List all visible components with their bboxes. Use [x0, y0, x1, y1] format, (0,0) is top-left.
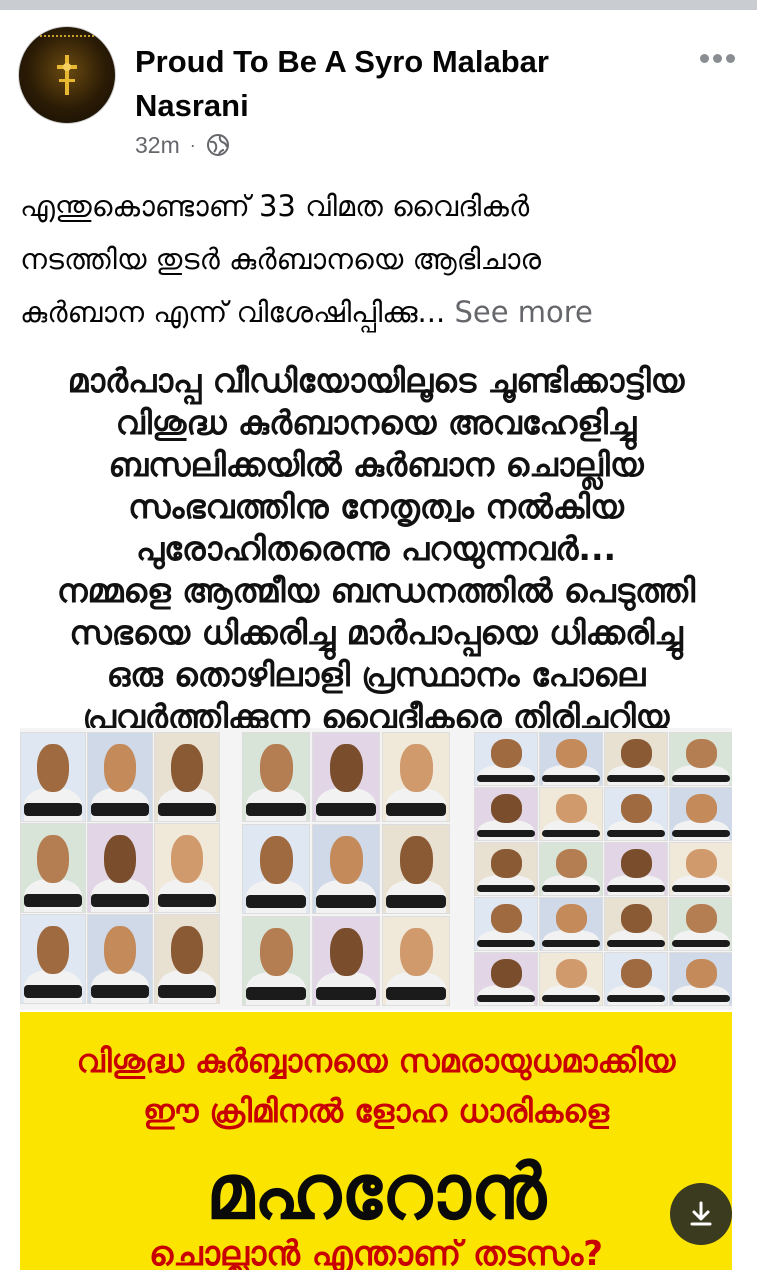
priest-photo	[474, 897, 538, 951]
priest-photo	[20, 732, 86, 822]
priest-photo-grid	[20, 728, 732, 1010]
priest-photo	[474, 732, 538, 786]
priest-photo	[669, 787, 732, 841]
priest-photo	[242, 916, 310, 1006]
priest-photo	[87, 732, 153, 822]
banner-bottom-text: ചൊല്ലാൻ എന്താണ് തടസം?	[149, 1234, 603, 1270]
priest-photo	[604, 787, 668, 841]
post-caption: എന്തുകൊണ്ടാണ് 33 വിമത വൈദികർ നടത്തിയ തുട…	[20, 180, 740, 339]
headline-line: സഭയെ ധിക്കരിച്ചു മാർപാപ്പയെ ധിക്കരിച്ചു	[69, 613, 683, 652]
priest-photo	[669, 732, 732, 786]
download-button[interactable]	[670, 1183, 732, 1245]
caption-line: കുർബാന എന്ന് വിശേഷിപ്പിക്കു... See more	[20, 295, 593, 329]
priest-photo	[474, 952, 538, 1006]
globe-icon[interactable]	[206, 133, 230, 157]
priest-photo	[669, 952, 732, 1006]
priest-photo	[312, 732, 380, 822]
post-meta: 32m ·	[135, 130, 230, 160]
more-horizontal-icon[interactable]	[700, 48, 740, 68]
priest-photo	[20, 823, 86, 913]
post-image[interactable]: മാർപാപ്പ വീഡിയോയിലൂടെ ചൂണ്ടിക്കാട്ടിയ വി…	[20, 350, 732, 1270]
priest-photo	[312, 916, 380, 1006]
priest-photo	[604, 732, 668, 786]
priest-photo	[669, 842, 732, 896]
priest-photo	[242, 732, 310, 822]
priest-photo	[474, 787, 538, 841]
poster-banner: വിശുദ്ധ കുർബ്ബാനയെ സമരായുധമാക്കിയ ഈ ക്രി…	[20, 1012, 732, 1270]
caption-line: എന്തുകൊണ്ടാണ് 33 വിമത വൈദികർ	[20, 189, 530, 223]
meta-separator: ·	[189, 134, 196, 155]
banner-line: ഈ ക്രിമിനൽ ളോഹ ധാരികളെ	[143, 1092, 609, 1130]
priest-photo	[669, 897, 732, 951]
headline-line: ബസലിക്കയിൽ കുർബാന ചൊല്ലിയ	[108, 445, 644, 484]
download-icon	[690, 1201, 712, 1226]
priest-photo	[154, 732, 220, 822]
headline-line: പുരോഹിതരെന്നു പറയുന്നവർ...	[135, 529, 617, 568]
priest-photo	[539, 952, 603, 1006]
top-divider	[0, 0, 757, 10]
priest-photo	[382, 732, 450, 822]
see-more-link[interactable]: See more	[454, 295, 592, 329]
priest-photo	[154, 914, 220, 1004]
priest-photo	[474, 842, 538, 896]
priest-photo	[382, 916, 450, 1006]
post-time[interactable]: 32m	[135, 132, 180, 159]
headline-line: സംഭവത്തിനു നേതൃത്വം നൽകിയ	[128, 487, 624, 526]
headline-line: ഒരു തൊഴിലാളി പ്രസ്ഥാനം പോലെ	[106, 655, 646, 694]
cross-icon	[57, 55, 77, 95]
priest-photo	[539, 897, 603, 951]
headline-line: വിശുദ്ധ കുർബാനയെ അവഹേളിച്ചു	[115, 403, 637, 442]
priest-photo	[604, 952, 668, 1006]
priest-photo	[154, 823, 220, 913]
priest-photo	[539, 787, 603, 841]
priest-photo	[242, 824, 310, 914]
avatar-text-decoration	[33, 35, 101, 47]
banner-big-text: മഹറോൻ	[206, 1147, 546, 1236]
priest-photo	[539, 842, 603, 896]
page-name-link[interactable]: Proud To Be A Syro Malabar Nasrani	[135, 40, 615, 128]
priest-photo	[382, 824, 450, 914]
priest-photo	[604, 897, 668, 951]
priest-photo	[20, 914, 86, 1004]
headline-line: മാർപാപ്പ വീഡിയോയിലൂടെ ചൂണ്ടിക്കാട്ടിയ	[67, 361, 685, 400]
priest-photo	[312, 824, 380, 914]
banner-line: വിശുദ്ധ കുർബ്ബാനയെ സമരായുധമാക്കിയ	[76, 1042, 676, 1080]
priest-photo	[87, 823, 153, 913]
banner-text: വിശുദ്ധ കുർബ്ബാനയെ സമരായുധമാക്കിയ ഈ ക്രി…	[20, 1036, 732, 1136]
page-avatar[interactable]	[18, 26, 116, 124]
headline-line: നമ്മളെ ആത്മീയ ബന്ധനത്തിൽ പെടുത്തി	[56, 571, 696, 610]
priest-photo	[87, 914, 153, 1004]
priest-photo	[604, 842, 668, 896]
poster-headline: മാർപാപ്പ വീഡിയോയിലൂടെ ചൂണ്ടിക്കാട്ടിയ വി…	[20, 360, 732, 738]
priest-photo	[539, 732, 603, 786]
caption-line: നടത്തിയ തുടർ കുർബാനയെ ആഭിചാര	[20, 242, 542, 276]
